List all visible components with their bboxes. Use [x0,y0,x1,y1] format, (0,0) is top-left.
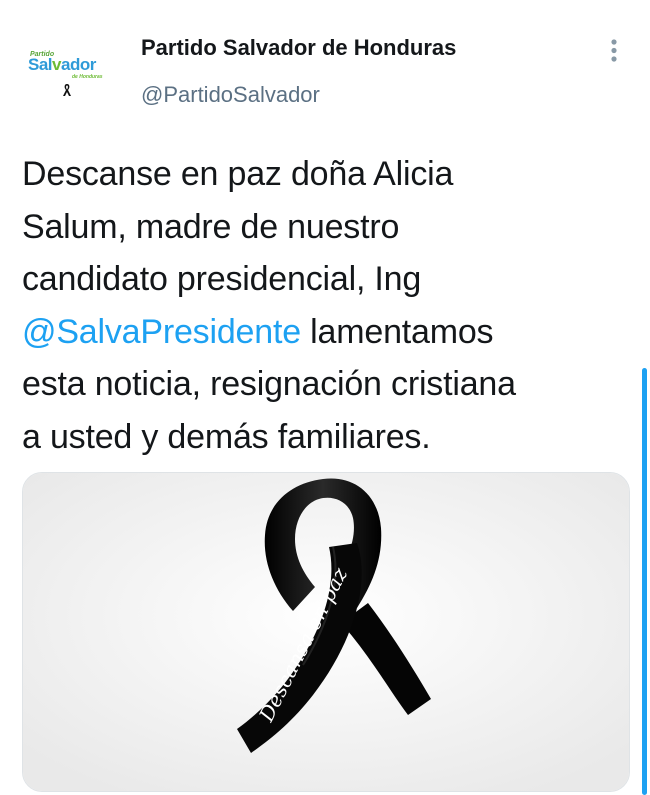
tweet-text-line: Salum, madre de nuestro [22,207,400,246]
logo-sub-text: de Honduras [72,74,103,80]
tweet-text: Descanse en paz doña Alicia Salum, madre… [22,148,632,463]
more-vertical-icon [611,39,617,62]
author-handle[interactable]: @PartidoSalvador [141,82,320,108]
logo-main-end: ador [61,55,96,74]
tweet-media-image[interactable]: Descansa en paz [22,472,630,792]
tweet-text-line: a usted y demás familiares. [22,417,431,456]
tweet-text-line: esta noticia, resignación cristiana [22,365,516,403]
logo-main-text: Salvador [28,56,96,73]
logo-main-start: Sal [28,55,53,74]
more-options-button[interactable] [600,36,628,66]
scrollbar[interactable] [642,368,647,795]
mention-link[interactable]: @SalvaPresidente [22,313,301,351]
logo-ribbon-icon [63,84,71,96]
tweet-text-line: @SalvaPresidente lamentamos [22,306,632,359]
tweet-text-line: candidato presidencial, Ing [22,260,422,298]
tweet-text-line: Descanse en paz doña Alicia [22,155,454,193]
tweet-card: Partido Salvador de Honduras Partido Sal… [0,0,650,795]
tweet-text-fragment: lamentamos [300,312,494,351]
mourning-ribbon-image: Descansa en paz [23,473,629,791]
author-display-name[interactable]: Partido Salvador de Honduras [141,35,456,61]
logo-main-v: v [52,55,61,74]
author-avatar[interactable]: Partido Salvador de Honduras [18,42,122,104]
